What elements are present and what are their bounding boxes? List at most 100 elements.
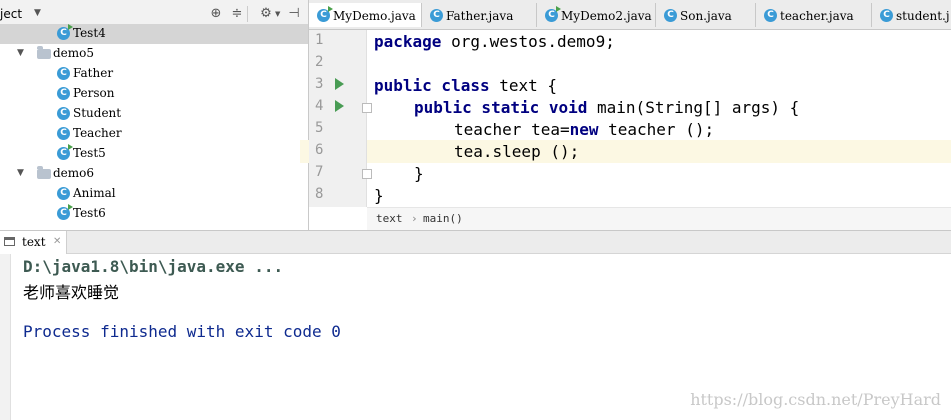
tree-item-person[interactable]: C Person <box>0 84 308 104</box>
run-toolbar <box>0 254 11 420</box>
tab-label: MyDemo2.java <box>561 9 652 23</box>
class-icon: C <box>57 127 70 140</box>
breadcrumb-item[interactable]: text <box>376 212 403 225</box>
tree-item-test4[interactable]: C Test4 <box>0 24 308 44</box>
expand-arrow-icon[interactable]: ▼ <box>17 48 24 58</box>
tree-item-label: demo5 <box>53 46 95 60</box>
tab-son[interactable]: C Son.java <box>656 3 756 27</box>
tab-label: Son.java <box>680 9 732 23</box>
code-text: text { <box>489 76 558 95</box>
tab-label: student.j <box>896 9 950 23</box>
tree-item-label: Test6 <box>73 206 106 220</box>
watermark: https://blog.csdn.net/PreyHard <box>690 390 941 409</box>
line-number: 5 <box>315 120 324 136</box>
class-icon: C <box>430 9 443 22</box>
line-number: 8 <box>315 186 324 202</box>
tab-student[interactable]: C student.j <box>872 3 951 27</box>
code-text: main(String[] args) { <box>587 98 800 117</box>
editor-gutter: 1 2 3 4 5 6 7 8 <box>309 30 367 207</box>
line-number: 3 <box>315 76 324 92</box>
code-editor[interactable]: package org.westos.demo9; public class t… <box>367 30 951 207</box>
class-icon: C <box>317 6 333 22</box>
breadcrumb-separator-icon: › <box>411 212 418 225</box>
tree-item-label: demo6 <box>53 166 95 180</box>
class-icon: C <box>57 107 70 120</box>
tree-item-demo6[interactable]: ▼ demo6 <box>0 164 308 184</box>
tree-item-test6[interactable]: C Test6 <box>0 204 308 224</box>
tree-item-animal[interactable]: C Animal <box>0 184 308 204</box>
run-main-icon[interactable] <box>335 100 344 112</box>
run-panel-header: text ✕ <box>0 230 951 254</box>
tab-label: Father.java <box>446 9 514 23</box>
run-tab-label: text <box>22 235 46 249</box>
gear-icon[interactable]: ⚙ <box>258 6 274 22</box>
line-number: 4 <box>315 98 324 114</box>
code-text: org.westos.demo9; <box>441 32 615 51</box>
tree-item-teacher[interactable]: C Teacher <box>0 124 308 144</box>
hide-panel-icon[interactable]: ⊣ <box>286 6 302 22</box>
keyword: package <box>374 32 442 51</box>
code-line-3: public class text { <box>374 76 557 95</box>
code-line-8: } <box>374 186 384 205</box>
class-icon: C <box>880 9 893 22</box>
run-class-icon[interactable] <box>335 78 344 90</box>
breadcrumb-item[interactable]: main() <box>423 212 463 225</box>
tree-item-test5[interactable]: C Test5 <box>0 144 308 164</box>
package-icon <box>37 166 51 179</box>
line-number: 6 <box>315 142 324 158</box>
tree-item-label: Teacher <box>73 126 122 140</box>
class-icon: C <box>764 9 777 22</box>
code-line-6: tea.sleep (); <box>454 142 580 161</box>
line-number: 2 <box>315 54 324 70</box>
tab-father[interactable]: C Father.java <box>422 3 537 27</box>
class-icon: C <box>57 144 73 160</box>
class-icon: C <box>545 6 561 22</box>
keyword: new <box>569 120 599 139</box>
class-icon: C <box>57 187 70 200</box>
tree-item-label: Person <box>73 86 115 100</box>
close-tab-icon[interactable]: ✕ <box>53 236 61 247</box>
line-number: 7 <box>315 164 324 180</box>
project-panel: ject ▼ ⊕ ≑ ⚙ ▼ ⊣ C Test4 ▼ demo5 C Fathe… <box>0 0 308 230</box>
editor-tab-bar: C MyDemo.java C Father.java C MyDemo2.ja… <box>309 0 951 30</box>
tree-item-father[interactable]: C Father <box>0 64 308 84</box>
toolbar-divider <box>247 6 248 22</box>
console-icon <box>4 237 15 246</box>
tree-item-label: Father <box>73 66 114 80</box>
tab-mydemo[interactable]: C MyDemo.java <box>309 3 422 27</box>
console-command-line: D:\java1.8\bin\java.exe ... <box>23 257 284 276</box>
class-icon: C <box>664 9 677 22</box>
gear-dropdown-icon[interactable]: ▼ <box>275 10 280 18</box>
class-icon: C <box>57 24 73 40</box>
keyword: public static void <box>414 98 588 117</box>
line-number: 1 <box>315 32 324 48</box>
tree-item-label: Animal <box>73 186 116 200</box>
keyword: public class <box>374 76 490 95</box>
tab-mydemo2[interactable]: C MyDemo2.java <box>537 3 656 27</box>
code-line-7: } <box>414 164 424 183</box>
code-text: teacher (); <box>598 120 715 139</box>
class-icon: C <box>57 204 73 220</box>
run-tab[interactable]: text ✕ <box>0 231 67 254</box>
console-exit-line: Process finished with exit code 0 <box>23 322 341 341</box>
collapse-icon[interactable]: ≑ <box>229 6 245 22</box>
locate-icon[interactable]: ⊕ <box>208 6 224 22</box>
tree-item-label: Student <box>73 106 122 120</box>
class-icon: C <box>57 87 70 100</box>
breadcrumb: text › main() <box>367 207 951 230</box>
console-output-line: 老师喜欢睡觉 <box>23 283 120 302</box>
tree-item-label: Test5 <box>73 146 106 160</box>
tree-item-student[interactable]: C Student <box>0 104 308 124</box>
code-line-4: public static void main(String[] args) { <box>414 98 799 117</box>
expand-arrow-icon[interactable]: ▼ <box>17 168 24 178</box>
tab-teacher[interactable]: C teacher.java <box>756 3 872 27</box>
tab-label: MyDemo.java <box>333 9 416 23</box>
project-dropdown-icon[interactable]: ▼ <box>34 8 41 18</box>
code-line-5: teacher tea=new teacher (); <box>454 120 714 139</box>
package-icon <box>37 46 51 59</box>
tree-item-label: Test4 <box>73 26 106 40</box>
code-line-1: package org.westos.demo9; <box>374 32 615 51</box>
project-panel-title[interactable]: ject <box>0 7 22 21</box>
code-text: teacher tea= <box>454 120 570 139</box>
tree-item-demo5[interactable]: ▼ demo5 <box>0 44 308 64</box>
